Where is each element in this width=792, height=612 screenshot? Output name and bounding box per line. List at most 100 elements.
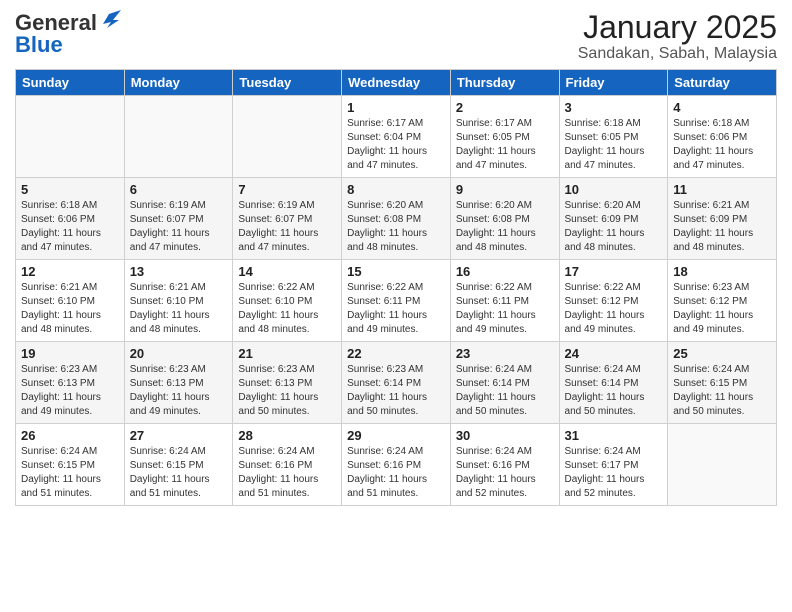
cell-info: Sunrise: 6:24 AMSunset: 6:14 PMDaylight:… (565, 363, 663, 419)
calendar-cell: 12 Sunrise: 6:21 AMSunset: 6:10 PMDayligh… (16, 260, 125, 342)
day-number: 14 (238, 264, 336, 279)
day-number: 15 (347, 264, 445, 279)
calendar-cell: 20Sunrise: 6:23 AMSunset: 6:13 PMDayligh… (124, 342, 233, 424)
logo: General Blue (15, 10, 121, 58)
calendar-cell: 16 Sunrise: 6:22 AMSunset: 6:11 PMDayligh… (450, 260, 559, 342)
cell-info: Sunrise: 6:18 AMSunset: 6:05 PMDaylight:… (565, 117, 663, 173)
day-number: 10 (565, 182, 663, 197)
calendar-cell (124, 96, 233, 178)
day-number: 28 (238, 428, 336, 443)
day-number: 4 (673, 100, 771, 115)
calendar-cell: 8 Sunrise: 6:20 AMSunset: 6:08 PMDaylight… (342, 178, 451, 260)
calendar-cell: 13Sunrise: 6:21 AMSunset: 6:10 PMDayligh… (124, 260, 233, 342)
calendar-table: SundayMondayTuesdayWednesdayThursdayFrid… (15, 69, 777, 506)
weekday-header-wednesday: Wednesday (342, 70, 451, 96)
week-row-5: 26Sunrise: 6:24 AMSunset: 6:15 PMDayligh… (16, 424, 777, 506)
day-number: 18 (673, 264, 771, 279)
cell-info: Sunrise: 6:17 AMSunset: 6:04 PMDaylight:… (347, 117, 445, 173)
day-number: 5 (21, 182, 119, 197)
day-number: 20 (130, 346, 228, 361)
cell-info: Sunrise: 6:19 AMSunset: 6:07 PMDaylight:… (238, 199, 336, 255)
header: General Blue January 2025 Sandakan, Saba… (15, 10, 777, 63)
weekday-header-monday: Monday (124, 70, 233, 96)
day-number: 9 (456, 182, 554, 197)
cell-info: Sunrise: 6:24 AMSunset: 6:16 PMDaylight:… (456, 445, 554, 501)
day-number: 30 (456, 428, 554, 443)
calendar-cell (16, 96, 125, 178)
weekday-header-sunday: Sunday (16, 70, 125, 96)
cell-info: Sunrise: 6:20 AMSunset: 6:09 PMDaylight:… (565, 199, 663, 255)
calendar-cell: 18 Sunrise: 6:23 AMSunset: 6:12 PMDayligh… (668, 260, 777, 342)
day-number: 21 (238, 346, 336, 361)
weekday-header-tuesday: Tuesday (233, 70, 342, 96)
day-number: 2 (456, 100, 554, 115)
calendar-cell (668, 424, 777, 506)
cell-info: Sunrise: 6:21 AMSunset: 6:10 PMDaylight:… (21, 281, 119, 337)
calendar-cell: 25Sunrise: 6:24 AMSunset: 6:15 PMDayligh… (668, 342, 777, 424)
cell-info: Sunrise: 6:20 AMSunset: 6:08 PMDaylight:… (456, 199, 554, 255)
cell-info: Sunrise: 6:22 AMSunset: 6:12 PMDaylight:… (565, 281, 663, 337)
day-number: 1 (347, 100, 445, 115)
cell-info: Sunrise: 6:24 AMSunset: 6:16 PMDaylight:… (347, 445, 445, 501)
calendar-cell: 7Sunrise: 6:19 AMSunset: 6:07 PMDaylight… (233, 178, 342, 260)
cell-info: Sunrise: 6:24 AMSunset: 6:14 PMDaylight:… (456, 363, 554, 419)
calendar-cell: 6 Sunrise: 6:19 AMSunset: 6:07 PMDaylight… (124, 178, 233, 260)
day-number: 3 (565, 100, 663, 115)
cell-info: Sunrise: 6:23 AMSunset: 6:13 PMDaylight:… (238, 363, 336, 419)
day-number: 8 (347, 182, 445, 197)
cell-info: Sunrise: 6:22 AMSunset: 6:11 PMDaylight:… (456, 281, 554, 337)
calendar-cell: 27Sunrise: 6:24 AMSunset: 6:15 PMDayligh… (124, 424, 233, 506)
calendar-cell: 10 Sunrise: 6:20 AMSunset: 6:09 PMDayligh… (559, 178, 668, 260)
day-number: 16 (456, 264, 554, 279)
cell-info: Sunrise: 6:24 AMSunset: 6:17 PMDaylight:… (565, 445, 663, 501)
day-number: 17 (565, 264, 663, 279)
day-number: 29 (347, 428, 445, 443)
cell-info: Sunrise: 6:18 AMSunset: 6:06 PMDaylight:… (21, 199, 119, 255)
cell-info: Sunrise: 6:24 AMSunset: 6:15 PMDaylight:… (130, 445, 228, 501)
day-number: 31 (565, 428, 663, 443)
week-row-3: 12 Sunrise: 6:21 AMSunset: 6:10 PMDayligh… (16, 260, 777, 342)
day-number: 12 (21, 264, 119, 279)
calendar-cell: 30 Sunrise: 6:24 AMSunset: 6:16 PMDayligh… (450, 424, 559, 506)
calendar-cell: 28 Sunrise: 6:24 AMSunset: 6:16 PMDayligh… (233, 424, 342, 506)
calendar-cell (233, 96, 342, 178)
cell-info: Sunrise: 6:18 AMSunset: 6:06 PMDaylight:… (673, 117, 771, 173)
calendar-cell: 2Sunrise: 6:17 AMSunset: 6:05 PMDaylight… (450, 96, 559, 178)
cell-info: Sunrise: 6:21 AMSunset: 6:10 PMDaylight:… (130, 281, 228, 337)
calendar-cell: 19Sunrise: 6:23 AMSunset: 6:13 PMDayligh… (16, 342, 125, 424)
day-number: 22 (347, 346, 445, 361)
calendar-cell: 5 Sunrise: 6:18 AMSunset: 6:06 PMDaylight… (16, 178, 125, 260)
week-row-1: 1 Sunrise: 6:17 AMSunset: 6:04 PMDaylight… (16, 96, 777, 178)
calendar-cell: 14 Sunrise: 6:22 AMSunset: 6:10 PMDayligh… (233, 260, 342, 342)
calendar-cell: 29 Sunrise: 6:24 AMSunset: 6:16 PMDayligh… (342, 424, 451, 506)
cell-info: Sunrise: 6:19 AMSunset: 6:07 PMDaylight:… (130, 199, 228, 255)
calendar-cell: 26Sunrise: 6:24 AMSunset: 6:15 PMDayligh… (16, 424, 125, 506)
cell-info: Sunrise: 6:23 AMSunset: 6:12 PMDaylight:… (673, 281, 771, 337)
weekday-header-saturday: Saturday (668, 70, 777, 96)
cell-info: Sunrise: 6:20 AMSunset: 6:08 PMDaylight:… (347, 199, 445, 255)
weekday-header-thursday: Thursday (450, 70, 559, 96)
page: General Blue January 2025 Sandakan, Saba… (0, 0, 792, 612)
location-title: Sandakan, Sabah, Malaysia (578, 45, 777, 63)
day-number: 11 (673, 182, 771, 197)
week-row-2: 5 Sunrise: 6:18 AMSunset: 6:06 PMDaylight… (16, 178, 777, 260)
month-title: January 2025 (578, 10, 777, 45)
week-row-4: 19Sunrise: 6:23 AMSunset: 6:13 PMDayligh… (16, 342, 777, 424)
cell-info: Sunrise: 6:24 AMSunset: 6:16 PMDaylight:… (238, 445, 336, 501)
logo-blue: Blue (15, 32, 63, 58)
day-number: 6 (130, 182, 228, 197)
calendar-cell: 22Sunrise: 6:23 AMSunset: 6:14 PMDayligh… (342, 342, 451, 424)
calendar-cell: 9 Sunrise: 6:20 AMSunset: 6:08 PMDaylight… (450, 178, 559, 260)
cell-info: Sunrise: 6:22 AMSunset: 6:10 PMDaylight:… (238, 281, 336, 337)
calendar-cell: 31 Sunrise: 6:24 AMSunset: 6:17 PMDayligh… (559, 424, 668, 506)
calendar-cell: 4 Sunrise: 6:18 AMSunset: 6:06 PMDaylight… (668, 96, 777, 178)
calendar-cell: 23Sunrise: 6:24 AMSunset: 6:14 PMDayligh… (450, 342, 559, 424)
weekday-header-friday: Friday (559, 70, 668, 96)
calendar-cell: 3 Sunrise: 6:18 AMSunset: 6:05 PMDaylight… (559, 96, 668, 178)
cell-info: Sunrise: 6:24 AMSunset: 6:15 PMDaylight:… (673, 363, 771, 419)
calendar-cell: 15Sunrise: 6:22 AMSunset: 6:11 PMDayligh… (342, 260, 451, 342)
logo-bird-icon (99, 10, 121, 32)
calendar-cell: 17 Sunrise: 6:22 AMSunset: 6:12 PMDayligh… (559, 260, 668, 342)
calendar-cell: 11Sunrise: 6:21 AMSunset: 6:09 PMDayligh… (668, 178, 777, 260)
cell-info: Sunrise: 6:24 AMSunset: 6:15 PMDaylight:… (21, 445, 119, 501)
